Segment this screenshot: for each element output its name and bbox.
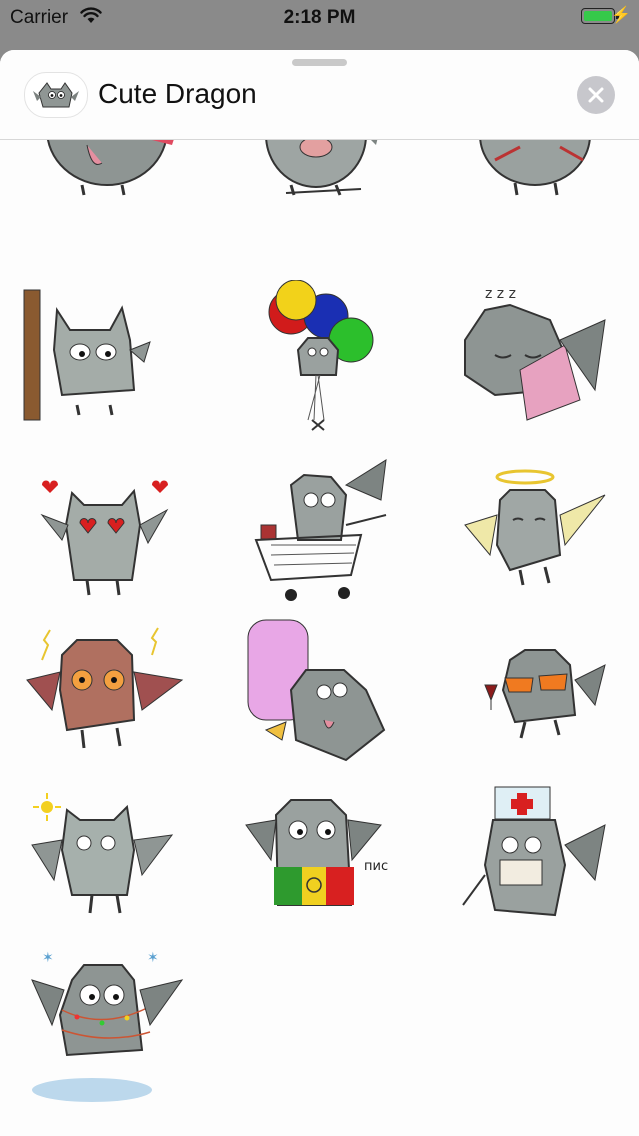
battery-icon bbox=[581, 8, 619, 24]
close-icon bbox=[588, 87, 604, 103]
sticker-grid: z z z пис ✶ ✶ bbox=[0, 140, 639, 1136]
dragon-heart-eyes-sticker[interactable] bbox=[22, 445, 192, 610]
dragon-angry-sticker[interactable] bbox=[22, 610, 192, 775]
dragon-sunglasses-sticker[interactable] bbox=[455, 610, 625, 775]
dragon-peace-shirt-sticker[interactable]: пис bbox=[236, 775, 406, 940]
svg-text:✶: ✶ bbox=[42, 950, 54, 966]
dragon-laughing-sticker[interactable] bbox=[236, 140, 406, 200]
dragon-ice-cream-sticker[interactable] bbox=[236, 610, 406, 775]
sheet-header: Cute Dragon bbox=[0, 50, 639, 140]
dragon-sword-sticker[interactable] bbox=[455, 140, 625, 200]
svg-text:✶: ✶ bbox=[147, 950, 159, 966]
sticker-caption: пис bbox=[364, 859, 388, 874]
dragon-sun-sticker[interactable] bbox=[22, 775, 192, 940]
dragon-tongue-sticker[interactable] bbox=[22, 140, 192, 200]
dragon-christmas-lights-sticker[interactable]: ✶ ✶ bbox=[22, 940, 192, 1105]
close-button[interactable] bbox=[577, 76, 615, 114]
svg-text:z z z: z z z bbox=[485, 286, 516, 302]
charging-icon: ⚡ bbox=[611, 7, 631, 24]
dragon-shy-sticker[interactable] bbox=[22, 280, 192, 445]
dragon-doctor-sticker[interactable] bbox=[455, 775, 625, 940]
dragon-icon bbox=[24, 72, 88, 118]
dragon-shopping-cart-sticker[interactable] bbox=[236, 445, 406, 610]
clock: 2:18 PM bbox=[283, 7, 356, 28]
sheet-grabber[interactable] bbox=[292, 59, 347, 66]
app-title: Cute Dragon bbox=[98, 78, 257, 109]
sticker-sheet: Cute Dragon z z z пис ✶ ✶ bbox=[0, 50, 639, 1136]
status-bar: Carrier 2:18 PM ⚡ bbox=[0, 0, 639, 36]
dragon-sleeping-sticker[interactable]: z z z bbox=[455, 280, 625, 445]
dragon-angel-sticker[interactable] bbox=[455, 445, 625, 610]
dragon-balloons-sticker[interactable] bbox=[236, 280, 406, 445]
